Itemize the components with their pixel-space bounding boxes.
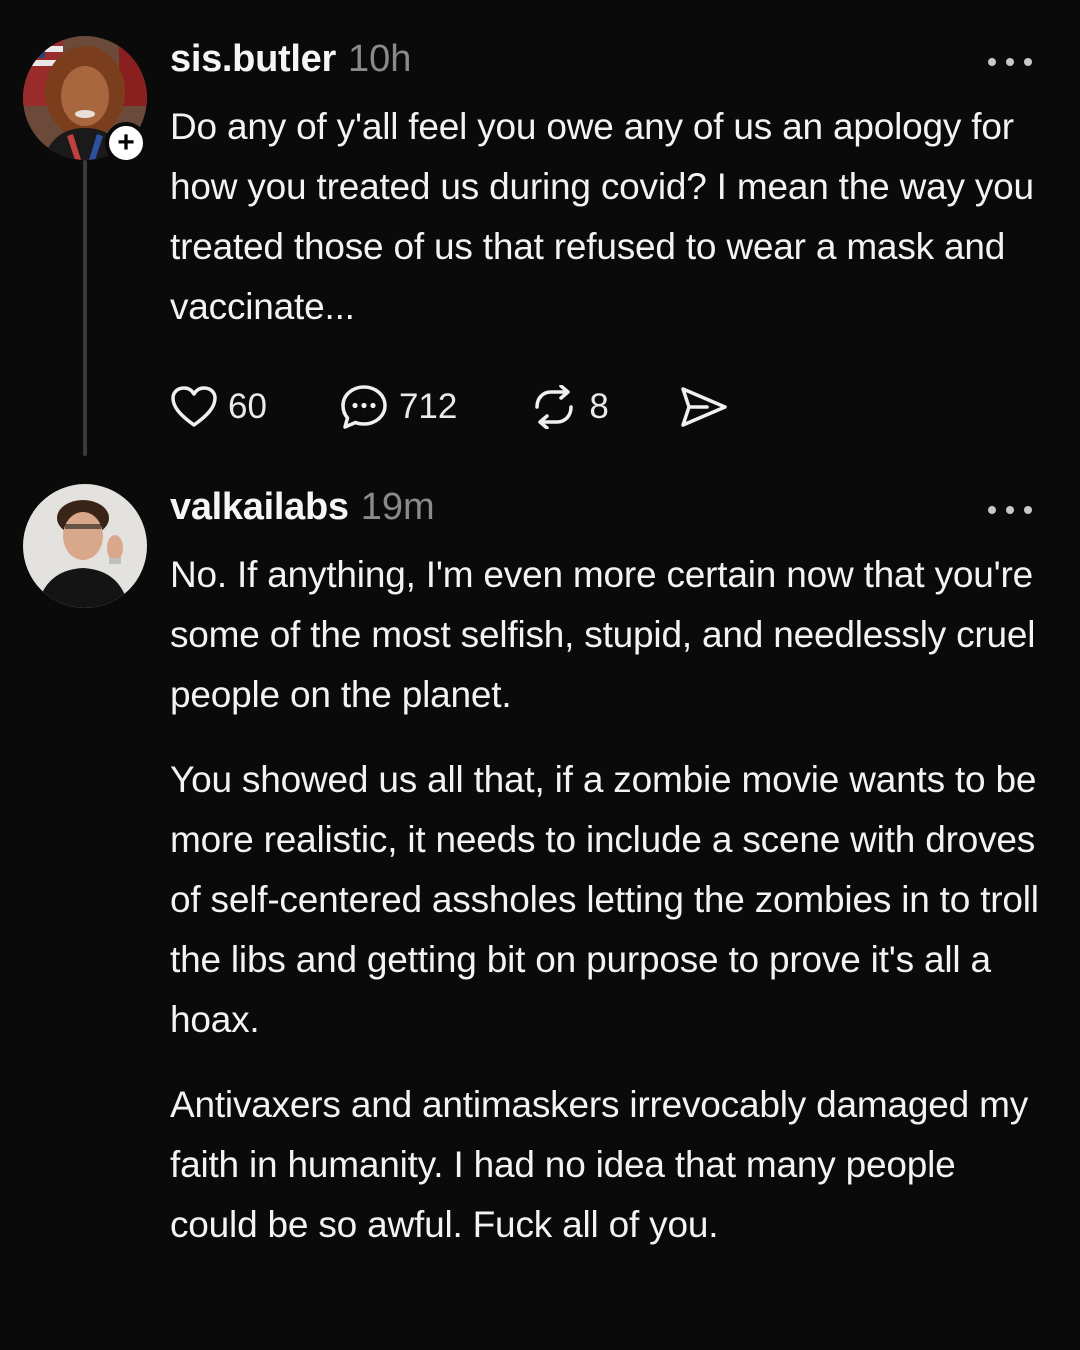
- post-paragraph: You showed us all that, if a zombie movi…: [170, 759, 1039, 1040]
- plus-icon: +: [117, 126, 135, 159]
- more-dot-icon: [988, 58, 996, 66]
- share-button[interactable]: [679, 385, 729, 429]
- timestamp: 19m: [360, 486, 435, 528]
- username[interactable]: valkailabs: [170, 486, 349, 529]
- reply-count: 712: [398, 387, 458, 426]
- follow-button[interactable]: +: [105, 122, 147, 164]
- heart-icon: [171, 386, 217, 427]
- reply-button[interactable]: 712: [339, 383, 457, 431]
- more-dot-icon: [1006, 58, 1014, 66]
- post-paragraph: Do any of y'all feel you owe any of us a…: [170, 106, 1034, 327]
- timestamp: 10h: [347, 38, 412, 80]
- more-dot-icon: [1024, 506, 1032, 514]
- comment-icon: [341, 385, 387, 429]
- like-button[interactable]: 60: [170, 385, 267, 429]
- thread-line: [83, 160, 87, 456]
- post-valkailabs: valkailabs 19m No. If anything, I'm even…: [0, 460, 1080, 1350]
- more-dot-icon: [988, 506, 996, 514]
- post-header: valkailabs 19m: [170, 486, 435, 529]
- post-actions: 60 712 8: [170, 380, 791, 434]
- more-dot-icon: [1024, 58, 1032, 66]
- username[interactable]: sis.butler: [170, 38, 336, 81]
- send-icon: [681, 387, 727, 427]
- more-options-button[interactable]: [988, 504, 1032, 516]
- like-count: 60: [228, 387, 267, 426]
- post-sis-butler: + sis.butler 10h Do any of y'all feel yo…: [0, 0, 1080, 460]
- repost-count: 8: [589, 387, 609, 426]
- avatar-photo-man: [23, 484, 147, 608]
- repost-button[interactable]: 8: [529, 385, 609, 429]
- more-options-button[interactable]: [988, 56, 1032, 68]
- post-paragraph: Antivaxers and antimaskers irrevocably d…: [170, 1084, 1029, 1245]
- post-body: No. If anything, I'm even more certain n…: [170, 545, 1050, 1280]
- post-paragraph: No. If anything, I'm even more certain n…: [170, 554, 1036, 715]
- repost-icon: [535, 385, 574, 429]
- more-dot-icon: [1006, 506, 1014, 514]
- post-header: sis.butler 10h: [170, 38, 411, 81]
- avatar[interactable]: [23, 484, 147, 608]
- post-body: Do any of y'all feel you owe any of us a…: [170, 97, 1050, 362]
